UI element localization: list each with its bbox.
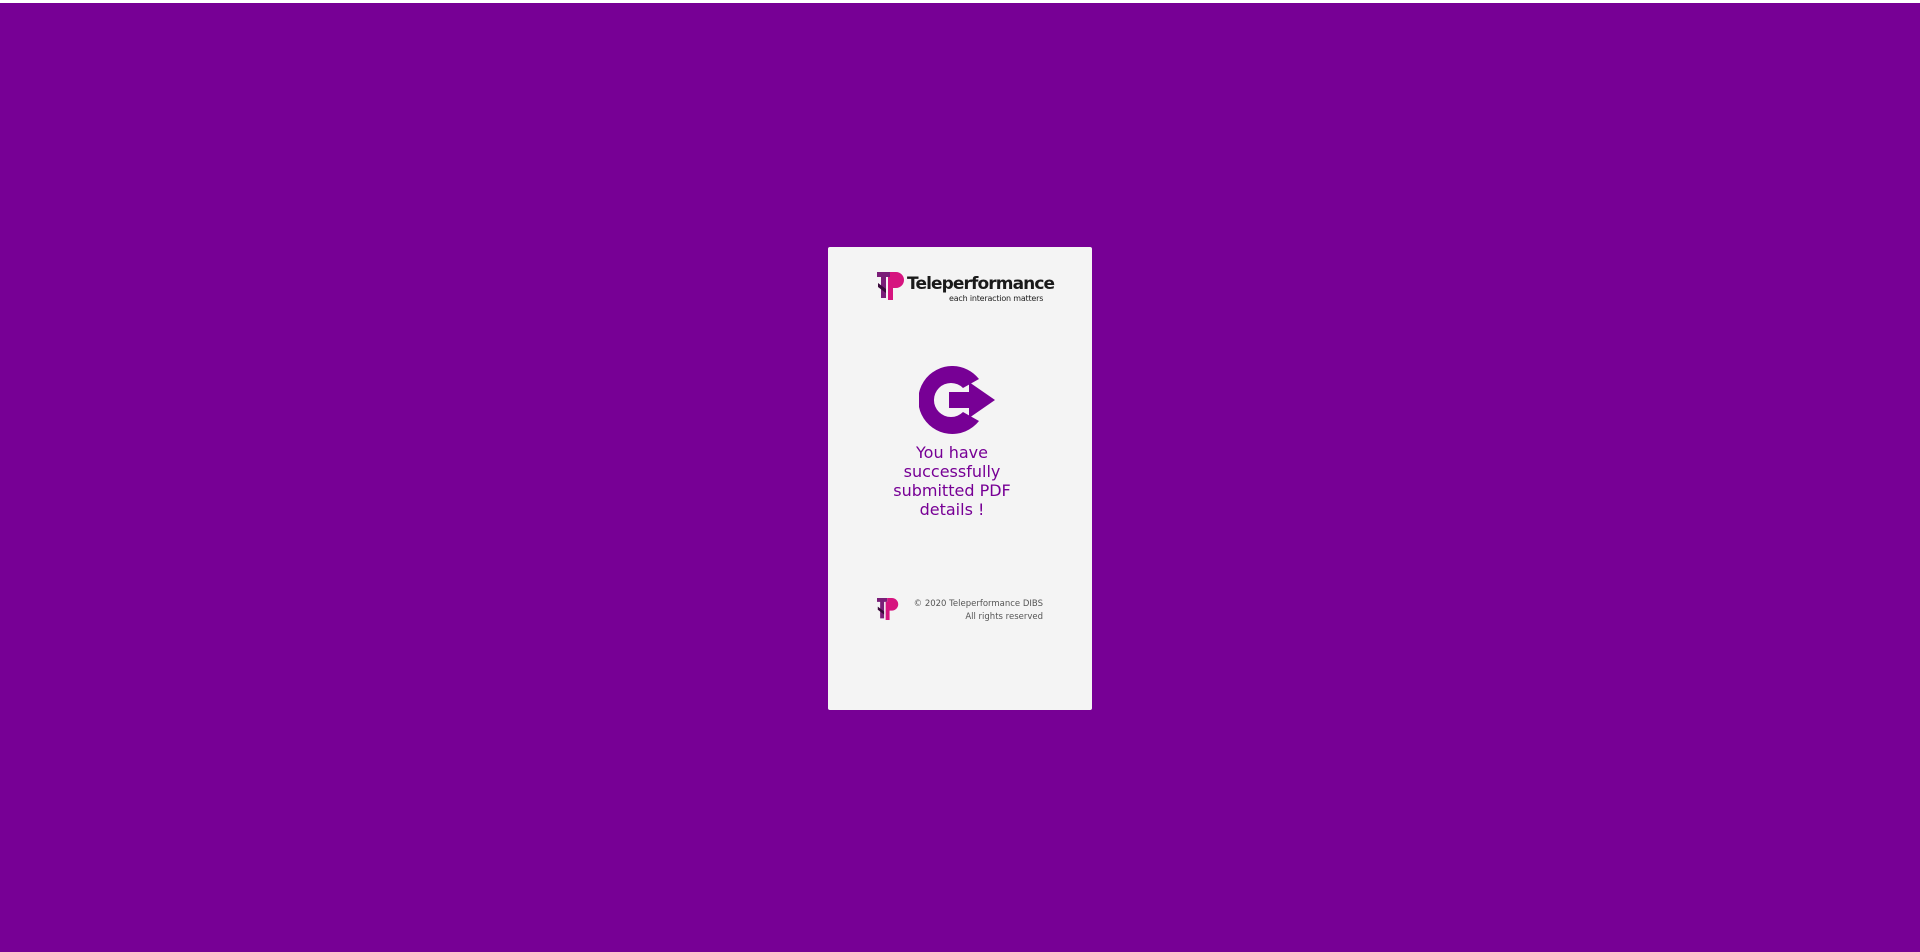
rights-text: All rights reserved: [965, 612, 1043, 622]
tp-logo-icon: [877, 598, 899, 620]
logout-arrow-icon: [919, 366, 995, 434]
confirmation-card: Teleperformance each interaction matters…: [828, 247, 1092, 710]
success-message: You have successfully submitted PDF deta…: [893, 443, 1011, 519]
footer: © 2020 Teleperformance DIBS All rights r…: [877, 597, 1043, 627]
brand-logo: Teleperformance each interaction matters: [877, 271, 1055, 305]
copyright-text: © 2020 Teleperformance DIBS: [913, 599, 1043, 609]
brand-tagline: each interaction matters: [949, 294, 1044, 303]
footer-copyright: © 2020 Teleperformance DIBS All rights r…: [914, 598, 1043, 624]
brand-wordmark: Teleperformance: [907, 274, 1055, 294]
tp-logo-icon: [877, 272, 904, 300]
